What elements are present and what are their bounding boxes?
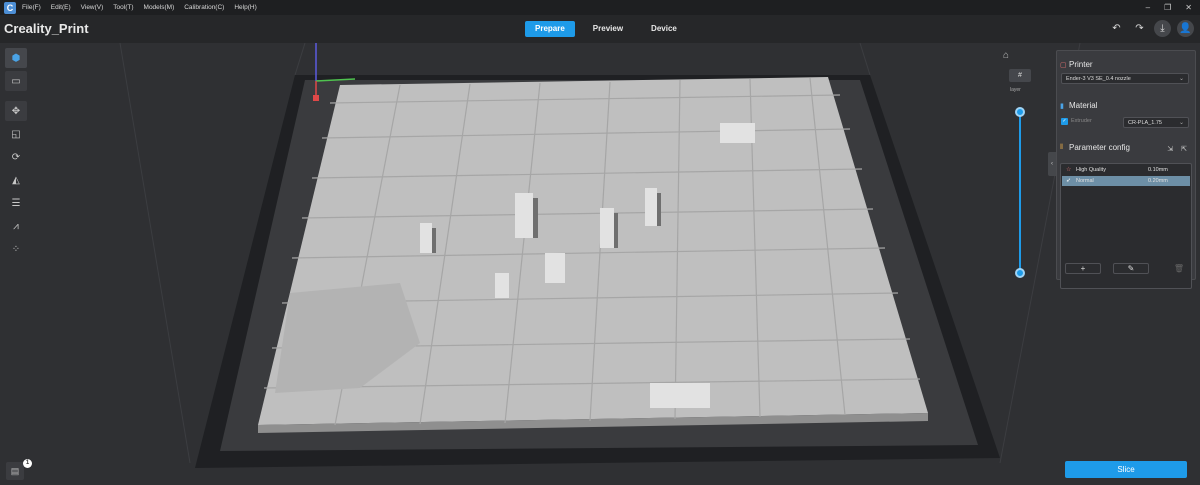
cube-icon: ⬢ bbox=[11, 52, 21, 64]
layer-slider-top-handle[interactable] bbox=[1015, 107, 1025, 117]
material-section-title: Material bbox=[1069, 101, 1098, 110]
settings-panel: ▢ Printer Ender-3 V3 SE_0.4 nozzle ⌄ ▮ M… bbox=[1056, 50, 1197, 289]
material-select[interactable]: CR-PLA_1.75 ⌄ bbox=[1123, 117, 1189, 128]
printer-select[interactable]: Ender-3 V3 SE_0.4 nozzle ⌄ bbox=[1061, 73, 1189, 84]
profile-row-high-quality[interactable]: ☆ High Quality 0.10mm bbox=[1062, 165, 1190, 175]
split-tool-button[interactable]: ☰ bbox=[5, 193, 27, 213]
arrange-tool-button[interactable]: ⁘ bbox=[5, 239, 27, 259]
chevron-down-icon: ⌄ bbox=[1178, 76, 1184, 82]
move-icon: ✥ bbox=[11, 105, 21, 117]
parameter-icon: ⦀ bbox=[1060, 144, 1064, 151]
printer-select-value: Ender-3 V3 SE_0.4 nozzle bbox=[1066, 76, 1131, 82]
profile-name: Normal bbox=[1076, 178, 1094, 184]
menu-calibration[interactable]: Calibration(C) bbox=[184, 4, 224, 11]
tab-prepare[interactable]: Prepare bbox=[525, 21, 575, 37]
app-logo-icon: C bbox=[4, 1, 16, 14]
rotate-tool-button[interactable]: ⟳ bbox=[5, 147, 27, 167]
import-icon[interactable]: ⇲ bbox=[1167, 145, 1173, 153]
layer-slider-bottom-handle[interactable] bbox=[1015, 268, 1025, 278]
extruder-checkbox[interactable]: ✓ bbox=[1061, 118, 1068, 125]
minimize-icon[interactable]: – bbox=[1146, 3, 1150, 12]
rotate-icon: ⟳ bbox=[11, 151, 21, 163]
profile-value: 0.10mm bbox=[1148, 167, 1168, 173]
edit-profile-button[interactable]: ✎ bbox=[1113, 263, 1149, 274]
lay-flat-icon: ◭ bbox=[12, 174, 20, 186]
mode-tabs: Prepare Preview Device bbox=[525, 21, 695, 37]
folder-icon: ▭ bbox=[11, 75, 21, 87]
split-icon: ☰ bbox=[11, 197, 21, 209]
layer-label: layer bbox=[1010, 87, 1021, 93]
add-model-button[interactable]: ⬢ bbox=[5, 48, 27, 68]
extruder-label: Extruder bbox=[1071, 118, 1092, 124]
window-controls: – ❐ ✕ bbox=[1146, 0, 1192, 15]
layer-button[interactable]: # bbox=[1009, 69, 1031, 82]
menu-models[interactable]: Models(M) bbox=[144, 4, 175, 11]
app-window: C File(F) Edit(E) View(V) Tool(T) Models… bbox=[0, 0, 1200, 485]
tab-device[interactable]: Device bbox=[641, 21, 687, 37]
profile-buttons: + ✎ 🗑 bbox=[1065, 263, 1197, 274]
download-icon[interactable]: ⤓ bbox=[1154, 20, 1171, 37]
menu-help[interactable]: Help(H) bbox=[234, 4, 256, 11]
parameter-section-title: Parameter config bbox=[1069, 143, 1130, 152]
panel-collapse-handle[interactable]: ‹ bbox=[1048, 152, 1056, 176]
close-icon[interactable]: ✕ bbox=[1185, 3, 1192, 12]
menu-file[interactable]: File(F) bbox=[22, 4, 41, 11]
notification-badge: 1 bbox=[23, 459, 32, 468]
app-title: Creality_Print bbox=[4, 21, 89, 36]
undo-icon[interactable]: ↶ bbox=[1108, 20, 1125, 37]
scale-tool-button[interactable]: ◱ bbox=[5, 124, 27, 144]
profile-name: High Quality bbox=[1076, 167, 1106, 173]
maximize-icon[interactable]: ❐ bbox=[1164, 3, 1171, 12]
support-tool-button[interactable]: ⩘ bbox=[5, 216, 27, 236]
export-icon[interactable]: ⇱ bbox=[1181, 145, 1187, 153]
lay-flat-tool-button[interactable]: ◭ bbox=[5, 170, 27, 190]
profile-row-normal[interactable]: ➶ Normal 0.20mm bbox=[1062, 176, 1190, 186]
redo-icon[interactable]: ↷ bbox=[1131, 20, 1148, 37]
add-profile-button[interactable]: + bbox=[1065, 263, 1101, 274]
material-icon: ▮ bbox=[1060, 103, 1064, 110]
top-actions: ↶ ↷ ⤓ 👤 bbox=[1108, 20, 1194, 37]
open-file-button[interactable]: ▭ bbox=[5, 71, 27, 91]
title-bar: Creality_Print Prepare Preview Device ↶ … bbox=[0, 15, 1200, 43]
profile-value: 0.20mm bbox=[1148, 178, 1168, 184]
user-icon[interactable]: 👤 bbox=[1177, 20, 1194, 37]
slice-button[interactable]: Slice bbox=[1065, 461, 1187, 478]
menu-view[interactable]: View(V) bbox=[81, 4, 104, 11]
menu-edit[interactable]: Edit(E) bbox=[51, 4, 71, 11]
parameter-actions: ⇲ ⇱ bbox=[1167, 145, 1187, 153]
arrange-icon: ⁘ bbox=[11, 243, 21, 255]
printer-icon: ▢ bbox=[1060, 62, 1067, 69]
toolbar-divider bbox=[5, 94, 27, 98]
rocket-icon: ➶ bbox=[1066, 178, 1072, 184]
move-tool-button[interactable]: ✥ bbox=[5, 101, 27, 121]
support-icon: ⩘ bbox=[13, 220, 19, 232]
scale-icon: ◱ bbox=[11, 128, 21, 140]
layer-slider-track[interactable] bbox=[1019, 112, 1021, 273]
chevron-down-icon: ⌄ bbox=[1178, 120, 1184, 126]
home-view-icon[interactable]: ⌂ bbox=[1003, 50, 1009, 61]
model-list-button[interactable]: ▤ bbox=[6, 462, 24, 480]
star-icon: ☆ bbox=[1066, 167, 1072, 173]
material-select-value: CR-PLA_1.75 bbox=[1128, 120, 1162, 126]
left-toolbar: ⬢ ▭ ✥ ◱ ⟳ ◭ ☰ ⩘ ⁘ bbox=[5, 48, 27, 259]
tab-preview[interactable]: Preview bbox=[583, 21, 633, 37]
list-icon: ▤ bbox=[10, 466, 20, 476]
menu-tool[interactable]: Tool(T) bbox=[113, 4, 133, 11]
delete-profile-button[interactable]: 🗑 bbox=[1161, 263, 1197, 274]
menu-bar: C File(F) Edit(E) View(V) Tool(T) Models… bbox=[0, 0, 1200, 15]
printer-section-title: Printer bbox=[1069, 60, 1093, 69]
